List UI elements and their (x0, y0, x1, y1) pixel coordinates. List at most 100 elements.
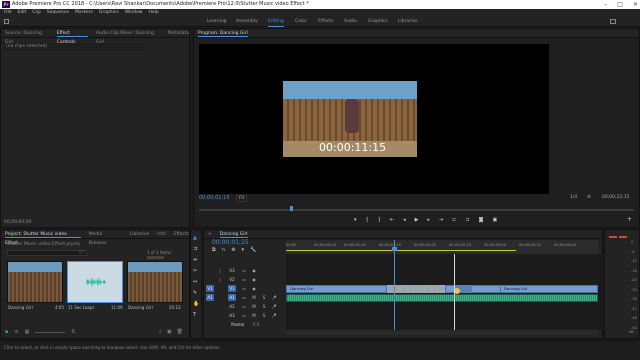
program-scrub-bar[interactable] (199, 209, 634, 211)
meter-mark-1: -6 (631, 249, 635, 254)
go-to-in-icon[interactable]: ⇤ (390, 217, 394, 223)
program-playhead[interactable] (290, 206, 293, 211)
linked-selection-icon[interactable]: ⊗ (231, 247, 235, 253)
step-forward-icon[interactable]: ▸ (427, 217, 430, 223)
track-select-tool-icon[interactable]: ⇉ (193, 246, 199, 252)
audio-meters: 0 -6 -12 -18 -24 -30 -36 -42 -48 -54 dB (604, 229, 640, 339)
tab-program[interactable]: Program: Dancing Girl (198, 29, 248, 37)
work-area-bar[interactable] (286, 250, 516, 251)
comparison-view-icon[interactable]: ▣ (492, 217, 497, 223)
minimize-icon[interactable]: – (604, 0, 607, 9)
new-item-icon[interactable]: ▣ (167, 329, 172, 335)
selection-tool-icon[interactable]: ▲ (193, 235, 199, 241)
mark-out-icon[interactable]: } (378, 217, 381, 223)
ripple-edit-tool-icon[interactable]: ⇹ (193, 257, 199, 263)
a1-audio-clip[interactable] (286, 294, 598, 302)
lift-icon[interactable]: ⊏ (452, 217, 456, 223)
v1-clip-2[interactable]: Dancing Girl (500, 285, 560, 293)
menu-edit[interactable]: Edit (18, 9, 27, 16)
sort-icon[interactable]: ⇅ (71, 329, 75, 335)
menu-sequence[interactable]: Sequence (47, 9, 69, 16)
workspace-effects[interactable]: Effects (318, 16, 333, 27)
play-icon[interactable]: ▶ (415, 217, 419, 223)
track-a3-label[interactable]: A3 (228, 312, 236, 319)
tab-audio-clip-mixer[interactable]: Audio Clip Mixer: Dancing Girl (96, 29, 160, 45)
add-button-icon[interactable]: + (627, 216, 632, 223)
ruler-label-7: 00;00;03;15 (519, 243, 541, 247)
timeline-timecode: 00;00;01;15 (212, 239, 249, 246)
tab-media-browser[interactable]: Media Browser (89, 230, 122, 246)
lock-icon[interactable]: ▪ (5, 329, 8, 335)
program-viewer[interactable]: 00:00:11:15 (199, 44, 549, 194)
project-item-3[interactable] (127, 261, 183, 303)
search-icon[interactable] (610, 19, 616, 24)
wrench-icon[interactable]: ⚙ (587, 195, 591, 200)
project-item-2[interactable] (67, 261, 123, 303)
project-item-1[interactable] (7, 261, 63, 303)
trash-icon[interactable]: 🗑 (177, 329, 183, 335)
menu-window[interactable]: Window (125, 9, 143, 16)
tab-project[interactable]: Project: Stutter Music video Effect (5, 230, 81, 246)
mark-in-icon[interactable]: { (366, 217, 369, 223)
workspace-graphics[interactable]: Graphics (368, 16, 388, 27)
tab-source[interactable]: Source: Dancing Girl (5, 29, 49, 45)
extract-icon[interactable]: ⊐ (465, 217, 469, 223)
timeline-playhead[interactable] (394, 240, 395, 330)
timeline-hscrollbar[interactable] (286, 330, 598, 335)
title-bar: Pr Adobe Premiere Pro CC 2018 - C:\Users… (0, 0, 640, 9)
track-v1-label[interactable]: V1 (228, 285, 236, 292)
home-icon[interactable] (4, 19, 9, 24)
icon-view-icon[interactable]: ▦ (25, 329, 30, 335)
nest-icon[interactable]: ⧉ (212, 247, 216, 253)
tab-metadata[interactable]: Metadata (168, 29, 189, 37)
add-marker-icon[interactable]: ▾ (354, 217, 357, 223)
menu-file[interactable]: File (4, 9, 12, 16)
tab-timeline-sequence[interactable]: Dancing Girl (219, 230, 248, 238)
meter-mark-6: -36 (631, 297, 637, 301)
menu-clip[interactable]: Clip (32, 9, 41, 16)
go-to-out-icon[interactable]: ⇥ (439, 217, 443, 223)
quality-dropdown[interactable]: 1/4 (570, 195, 577, 200)
timeline-settings-icon[interactable]: 🔧 (250, 247, 256, 253)
menu-help[interactable]: Help (148, 9, 158, 16)
slip-tool-icon[interactable]: ↔ (193, 279, 199, 285)
playhead-handle[interactable] (392, 247, 397, 251)
maximize-icon[interactable]: □ (617, 0, 623, 9)
list-view-icon[interactable]: ≡ (14, 329, 18, 335)
new-bin-icon[interactable]: ▭ (79, 249, 84, 255)
workspace-color[interactable]: Color (295, 16, 307, 27)
step-back-icon[interactable]: ◂ (403, 217, 406, 223)
track-v2-label[interactable]: V2 (228, 276, 236, 283)
workspace-libraries[interactable]: Libraries (398, 16, 417, 27)
razor-tool-icon[interactable]: ✂ (193, 268, 199, 274)
menu-markers[interactable]: Markers (75, 9, 93, 16)
add-marker-timeline-icon[interactable]: ▾ (241, 247, 244, 253)
menu-graphics[interactable]: Graphics (99, 9, 119, 16)
tab-info[interactable]: Info (157, 230, 166, 238)
items-selected-count: 1 of 3 items selected (147, 250, 171, 260)
hand-tool-icon[interactable]: ✋ (193, 301, 199, 307)
workspace-learning[interactable]: Learning (207, 16, 227, 27)
pen-tool-icon[interactable]: ✎ (193, 290, 199, 296)
track-v3-label[interactable]: V3 (228, 267, 236, 274)
track-a1-label[interactable]: A1 (228, 294, 236, 301)
track-a2-label[interactable]: A2 (228, 303, 236, 310)
export-frame-icon[interactable]: ◙ (479, 217, 484, 223)
workspace-audio[interactable]: Audio (344, 16, 357, 27)
type-tool-icon[interactable]: T (193, 312, 199, 318)
v1-clip-1[interactable]: Dancing Girl (287, 285, 347, 293)
workspace-assembly[interactable]: Assembly (236, 16, 258, 27)
timeline-close-icon[interactable]: × (208, 230, 212, 238)
find-icon[interactable]: ⌕ (159, 329, 162, 335)
v1-stutter-cuts[interactable] (386, 285, 446, 293)
zoom-slider[interactable] (35, 332, 66, 333)
close-icon[interactable]: ✕ (633, 0, 638, 9)
snap-icon[interactable]: ∩ (222, 247, 226, 253)
tab-effects[interactable]: Effects (174, 230, 189, 238)
project-search-input[interactable] (7, 250, 87, 256)
tab-effect-controls[interactable]: Effect Controls (56, 29, 89, 45)
tab-libraries[interactable]: Libraries (130, 230, 149, 238)
workspace-editing[interactable]: Editing (268, 16, 284, 27)
fit-dropdown[interactable]: Fit (236, 195, 248, 202)
master-value[interactable]: 0.0 (252, 321, 260, 328)
